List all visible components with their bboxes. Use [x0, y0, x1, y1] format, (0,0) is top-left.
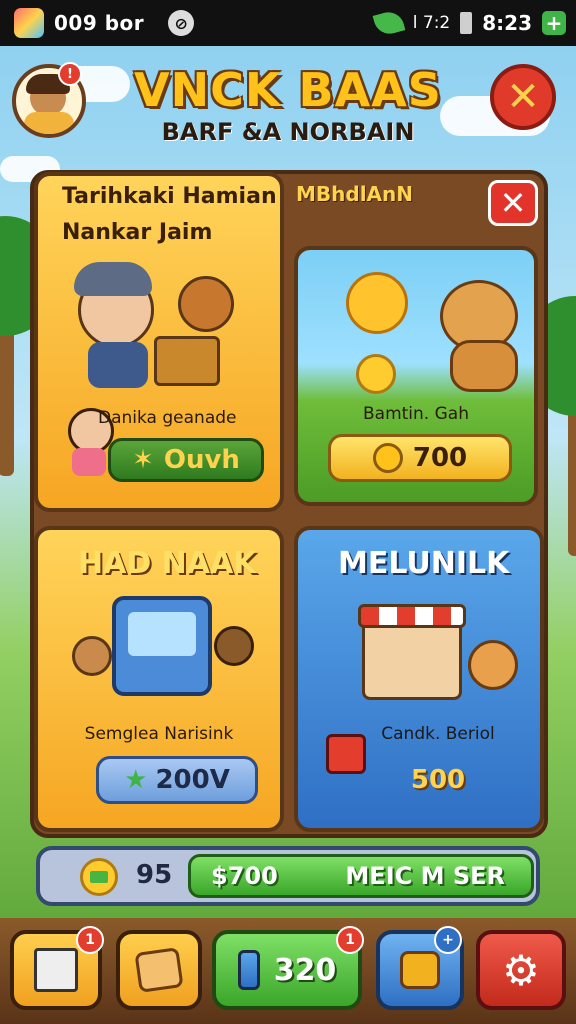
game-subtitle: BARF &A NORBAIN — [161, 118, 415, 146]
dock-box-badge: 1 — [76, 926, 104, 954]
dock-can-badge: 1 — [336, 926, 364, 954]
close-icon: ✕ — [506, 74, 540, 120]
card-4-label: Candk. Beriol — [381, 724, 495, 744]
card-2-heading: MBhdlAnN — [296, 182, 414, 206]
shop-card-2[interactable]: Bamtin. Gah 700 — [294, 246, 538, 506]
box-icon — [34, 948, 78, 992]
dock-settings-button[interactable]: ⚙ — [476, 930, 566, 1010]
coins-illustration — [356, 354, 396, 394]
cat-illustration — [468, 640, 524, 710]
shop-card-3[interactable]: HAD NAAK Semglea Narisink ★ 200V — [34, 526, 284, 832]
card-1-heading-line1: Tarihkaki Hamian — [62, 184, 277, 209]
character-illustration — [68, 262, 258, 392]
card-2-label: Bamtin. Gah — [363, 404, 469, 424]
gift-icon — [400, 951, 440, 989]
leaf-icon — [372, 8, 406, 38]
plus-icon: + — [542, 11, 566, 35]
tablet-illustration — [112, 596, 216, 700]
cash-icon — [80, 858, 118, 896]
carrier-label: 009 bor — [54, 11, 145, 35]
app-icon — [14, 8, 44, 38]
dock-can-label: 320 — [273, 952, 337, 988]
currency-count: 95 — [136, 860, 173, 890]
animal-illustration — [214, 626, 254, 682]
gear-icon: ⚙ — [502, 945, 540, 995]
purchase-bar: 95 $700 MEIC M SER — [36, 846, 540, 906]
map-icon — [134, 947, 184, 993]
bottom-dock: 1 320 1 + ⚙ — [0, 918, 576, 1024]
card-3-price-button[interactable]: ★ 200V — [96, 756, 258, 804]
buy-price: $700 — [211, 862, 278, 890]
card-3-heading: HAD NAAK — [78, 546, 257, 581]
animal-illustration — [72, 636, 112, 686]
card-close-button[interactable]: ✕ — [488, 180, 538, 226]
card-1-heading-line2: Nankar Jaim — [62, 220, 213, 245]
card-1-label: Danika geanade — [98, 408, 237, 428]
card-1-button[interactable]: ✶ Ouvh — [108, 438, 264, 482]
dock-map-button[interactable] — [116, 930, 202, 1010]
status-bar: 009 bor ⊘ l 7:2 8:23 + — [0, 0, 576, 46]
dock-gift-badge: + — [434, 926, 462, 954]
no-disturb-icon: ⊘ — [168, 10, 195, 36]
card-2-price-button[interactable]: 700 — [328, 434, 512, 482]
star-icon: ★ — [124, 765, 148, 795]
can-icon — [237, 950, 260, 990]
sun-illustration — [346, 272, 408, 334]
card-3-label: Semglea Narisink — [84, 724, 234, 744]
shop-card-4[interactable]: MELUNILK Candk. Beriol 500 — [294, 526, 544, 832]
shop-illustration — [358, 596, 472, 706]
coin-icon — [372, 443, 403, 473]
card-2-price: 700 — [412, 443, 468, 473]
card-4-price[interactable]: 500 — [398, 756, 478, 804]
clock: 8:23 — [482, 11, 532, 35]
star-icon: ✶ — [132, 445, 154, 475]
card-1-button-label: Ouvh — [163, 445, 240, 475]
battery-icon — [460, 12, 473, 34]
card-4-heading: MELUNILK — [338, 546, 510, 581]
close-icon: ✕ — [499, 184, 527, 222]
dog-illustration — [430, 280, 530, 392]
signal-text: l 7:2 — [412, 13, 451, 33]
buy-label: MEIC M SER — [345, 862, 505, 890]
game-title: VNCK BAAS — [134, 63, 442, 117]
card-3-price: 200V — [155, 765, 230, 795]
shop-card-1[interactable]: Tarihkaki Hamian Nankar Jaim Danika gean… — [34, 172, 284, 512]
buy-button[interactable]: $700 MEIC M SER — [188, 854, 534, 898]
close-button[interactable]: ✕ — [490, 64, 556, 130]
avatar-notification-badge: ! — [58, 62, 82, 86]
